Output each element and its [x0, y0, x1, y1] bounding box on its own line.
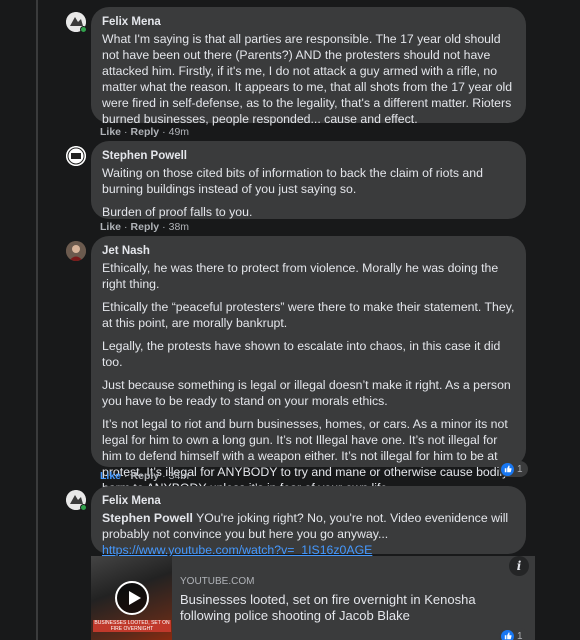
video-thumbnail[interactable]: BUSINESSES LOOTED, SET ON FIRE OVERNIGHT — [91, 556, 172, 640]
comment-bubble: Stephen Powell Waiting on those cited bi… — [91, 141, 526, 219]
comment-text: What I'm saying is that all parties are … — [102, 32, 513, 126]
play-icon[interactable] — [115, 581, 149, 615]
comment-actions: Like · Reply · 34m — [100, 470, 189, 482]
reaction-count: 1 — [517, 463, 523, 475]
avatar-image — [66, 146, 86, 166]
comment-time[interactable]: 49m — [169, 126, 189, 138]
reaction-count: 1 — [517, 630, 523, 640]
comment-text: Ethically, he was there to protect from … — [102, 261, 499, 291]
comment-text: Just because something is legal or illeg… — [102, 378, 511, 408]
separator-dot: · — [162, 221, 166, 233]
comment-bubble: Felix Mena Stephen Powell YOu're joking … — [91, 486, 526, 557]
reply-link[interactable]: Reply — [131, 470, 160, 482]
comment-text: Ethically the “peaceful protesters” were… — [102, 300, 515, 330]
preview-title[interactable]: Businesses looted, set on fire overnight… — [180, 592, 520, 624]
comment-author[interactable]: Jet Nash — [102, 244, 515, 258]
comment-time[interactable]: 34m — [169, 470, 189, 482]
comment-bubble: Jet Nash Ethically, he was there to prot… — [91, 236, 526, 495]
separator-dot: · — [162, 126, 166, 138]
like-link[interactable]: Like — [100, 126, 121, 138]
avatar-image — [66, 241, 86, 261]
avatar[interactable] — [66, 241, 86, 261]
separator-dot: · — [162, 470, 166, 482]
separator-dot: · — [124, 221, 128, 233]
comment-actions: Like · Reply · 49m — [100, 126, 189, 138]
comment-author[interactable]: Stephen Powell — [102, 149, 515, 163]
comment-text: Stephen Powell YOu're joking right? No, … — [102, 510, 515, 542]
reply-link[interactable]: Reply — [131, 126, 160, 138]
comment-author[interactable]: Felix Mena — [102, 494, 515, 508]
like-link[interactable]: Like — [100, 221, 121, 233]
online-indicator — [80, 504, 87, 511]
reply-link[interactable]: Reply — [131, 221, 160, 233]
reaction-summary[interactable]: 1 — [499, 628, 528, 640]
youtube-link[interactable]: https://www.youtube.com/watch?v=_1IS16z0… — [102, 543, 372, 557]
comment-bubble: Felix Mena What I'm saying is that all p… — [91, 7, 526, 126]
reaction-summary[interactable]: 1 — [499, 461, 528, 477]
online-indicator — [80, 26, 87, 33]
comment-text: Burden of proof falls to you. — [102, 205, 253, 219]
separator-dot: · — [124, 126, 128, 138]
thumbnail-caption: BUSINESSES LOOTED, SET ON FIRE OVERNIGHT — [93, 620, 171, 632]
thumbs-up-icon — [501, 462, 514, 476]
preview-domain: YOUTUBE.COM — [180, 576, 255, 587]
avatar[interactable] — [66, 146, 86, 166]
comment-text: Waiting on those cited bits of informati… — [102, 166, 483, 196]
comment-author[interactable]: Felix Mena — [102, 15, 515, 29]
mention-link[interactable]: Stephen Powell — [102, 511, 193, 525]
link-preview-card[interactable]: BUSINESSES LOOTED, SET ON FIRE OVERNIGHT… — [91, 556, 535, 640]
comment-text: It’s not legal to riot and burn business… — [102, 417, 509, 495]
comment-actions: Like · Reply · 38m — [100, 221, 189, 233]
separator-dot: · — [124, 470, 128, 482]
thread-line — [36, 0, 38, 640]
info-icon[interactable]: i — [509, 556, 529, 576]
comment-time[interactable]: 38m — [169, 221, 189, 233]
like-link[interactable]: Like — [100, 470, 121, 482]
comment-text: Legally, the protests have shown to esca… — [102, 339, 501, 369]
thumbs-up-icon — [501, 629, 514, 640]
